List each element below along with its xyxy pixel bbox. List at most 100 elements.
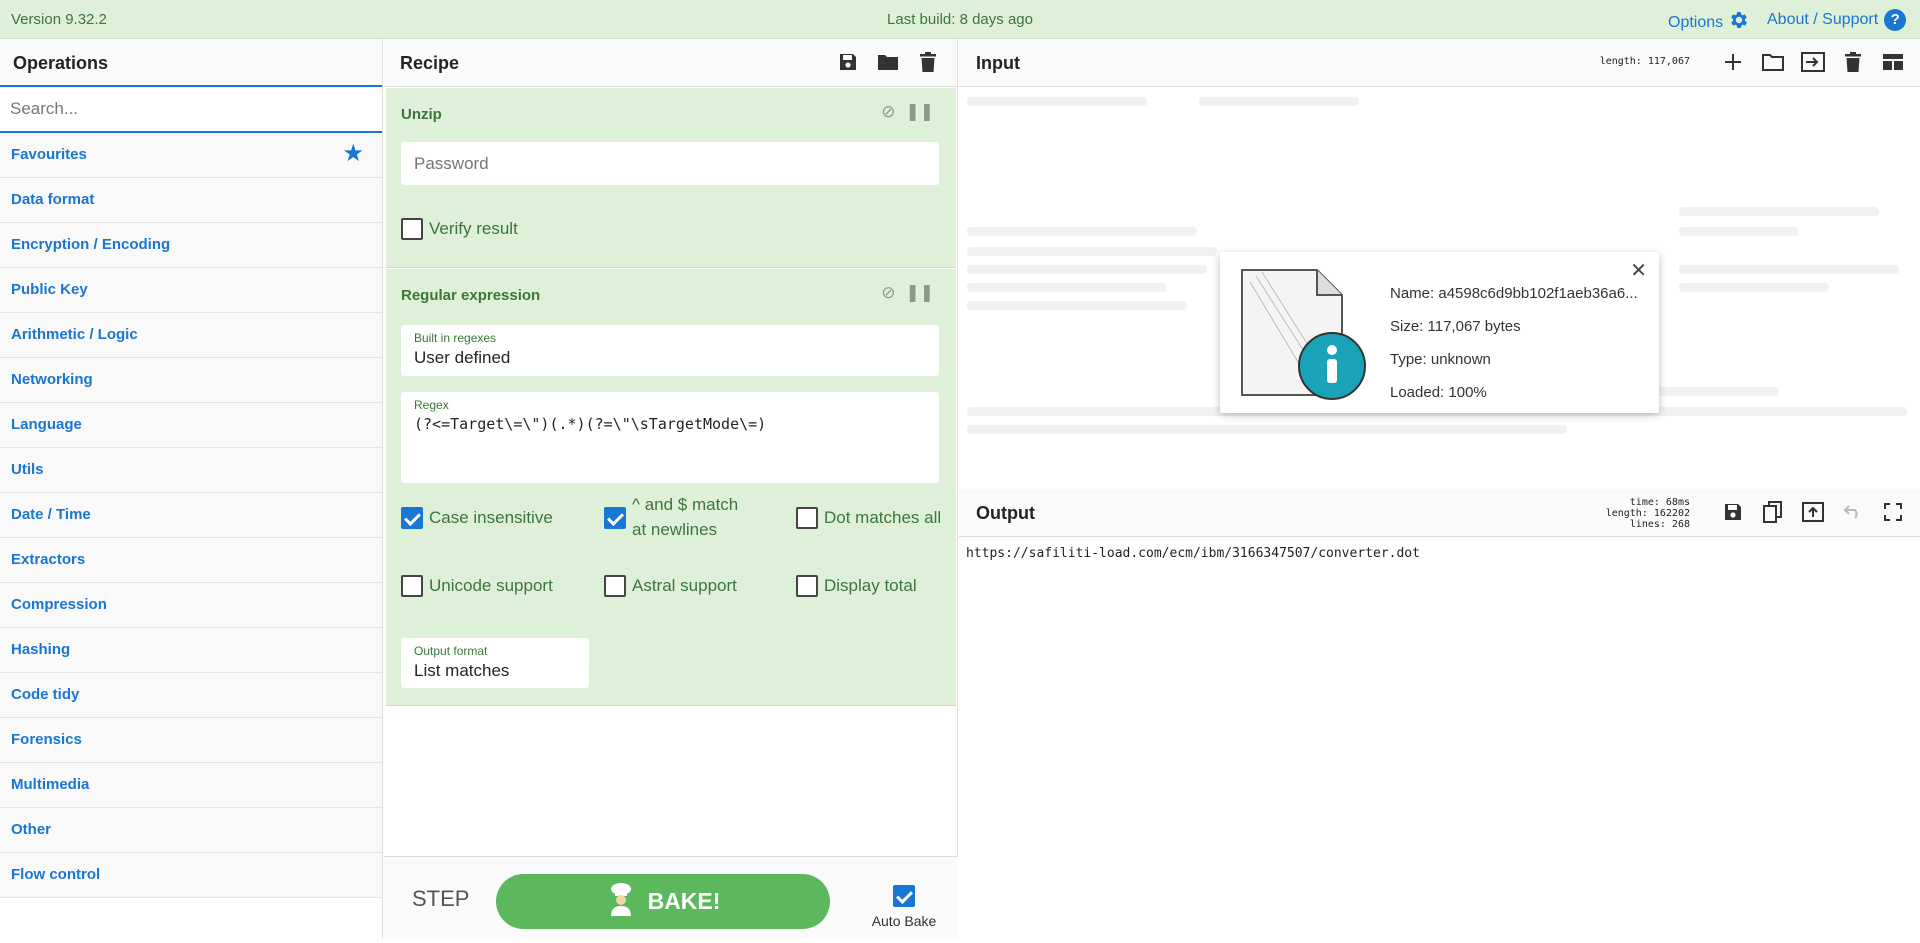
operations-title: Operations — [0, 39, 382, 87]
category-data-format[interactable]: Data format — [0, 178, 382, 223]
category-language[interactable]: Language — [0, 403, 382, 448]
category-public-key[interactable]: Public Key — [0, 268, 382, 313]
checkbox-label: ^ and $ match at newlines — [632, 495, 739, 539]
layout-icon[interactable] — [1880, 49, 1906, 75]
recipe-title: Recipe — [400, 53, 460, 73]
input-textarea[interactable]: ✕ Name: a4598c6d9bb102f1aeb36a6... Size:… — [959, 87, 1920, 489]
pause-icon[interactable]: ❚❚ — [906, 102, 935, 122]
auto-bake-checkbox[interactable]: Auto Bake — [864, 885, 944, 929]
category-label: Compression — [11, 596, 107, 613]
options-button[interactable]: Options — [1668, 9, 1750, 36]
dot-matches-all-checkbox[interactable]: Dot matches all — [796, 505, 941, 530]
output-length: length: 162202 — [1605, 508, 1690, 519]
trash-icon[interactable] — [915, 49, 941, 75]
checkbox-label: Dot matches all — [824, 508, 942, 527]
password-field[interactable] — [401, 142, 939, 185]
category-other[interactable]: Other — [0, 808, 382, 853]
recipe-header: Recipe — [384, 39, 957, 87]
regex-field[interactable]: Regex (?<=Target\=\")(.*)(?=\"\sTargetMo… — [401, 392, 939, 483]
category-code-tidy[interactable]: Code tidy — [0, 673, 382, 718]
category-label: Extractors — [11, 551, 86, 568]
field-label: Regex — [414, 398, 449, 412]
file-type: Type: unknown — [1390, 351, 1491, 368]
output-header: Output time: 68ms length: 162202 lines: … — [959, 489, 1920, 537]
category-label: Encryption / Encoding — [11, 236, 171, 253]
op-title: Regular expression — [401, 287, 541, 304]
replace-input-icon[interactable] — [1800, 499, 1826, 525]
search-input[interactable] — [0, 87, 382, 131]
field-value: List matches — [414, 661, 510, 680]
category-label: Other — [11, 821, 52, 838]
add-tab-icon[interactable] — [1720, 49, 1746, 75]
category-label: Public Key — [11, 281, 88, 298]
category-flow-control[interactable]: Flow control — [0, 853, 382, 898]
checkbox-box — [401, 507, 423, 529]
folder-icon[interactable] — [875, 49, 901, 75]
file-details-card: ✕ Name: a4598c6d9bb102f1aeb36a6... Size:… — [1220, 252, 1659, 413]
gear-icon — [1728, 9, 1750, 36]
options-label: Options — [1668, 13, 1724, 31]
load-input-icon[interactable] — [1800, 49, 1826, 75]
category-date-time[interactable]: Date / Time — [0, 493, 382, 538]
pause-icon[interactable]: ❚❚ — [906, 283, 935, 303]
case-insensitive-checkbox[interactable]: Case insensitive — [401, 505, 553, 530]
output-textarea[interactable]: https://safiliti-load.com/ecm/ibm/316634… — [959, 537, 1920, 939]
support-label: About / Support — [1767, 11, 1879, 28]
category-compression[interactable]: Compression — [0, 583, 382, 628]
input-length: length: 117,067 — [1599, 56, 1690, 67]
file-name: Name: a4598c6d9bb102f1aeb36a6... — [1390, 285, 1638, 302]
category-arithmetic-logic[interactable]: Arithmetic / Logic — [0, 313, 382, 358]
checkbox-label: Verify result — [429, 219, 518, 238]
file-icon — [1232, 262, 1382, 407]
multiline-checkbox[interactable]: ^ and $ match at newlines — [604, 492, 754, 542]
search-box — [0, 87, 382, 133]
checkbox-box — [796, 507, 818, 529]
clear-input-icon[interactable] — [1840, 49, 1866, 75]
open-folder-icon[interactable] — [1760, 49, 1786, 75]
save-icon[interactable] — [835, 49, 861, 75]
category-encryption-encoding[interactable]: Encryption / Encoding — [0, 223, 382, 268]
copy-icon[interactable] — [1760, 499, 1786, 525]
category-label: Flow control — [11, 866, 101, 883]
regex-input[interactable]: (?<=Target\=\")(.*)(?=\"\sTargetMode\=) — [414, 415, 766, 433]
unicode-support-checkbox[interactable]: Unicode support — [401, 573, 553, 598]
category-utils[interactable]: Utils — [0, 448, 382, 493]
checkbox-label: Astral support — [632, 576, 737, 595]
disable-icon[interactable]: ⊘ — [881, 283, 895, 303]
category-label: Date / Time — [11, 506, 91, 523]
support-button[interactable]: About / Support ? — [1767, 9, 1907, 31]
category-label: Forensics — [11, 731, 82, 748]
checkbox-box — [796, 575, 818, 597]
disable-icon[interactable]: ⊘ — [881, 102, 895, 122]
category-label: Hashing — [11, 641, 71, 658]
category-multimedia[interactable]: Multimedia — [0, 763, 382, 808]
input-header: Input length: 117,067 — [959, 39, 1920, 87]
category-extractors[interactable]: Extractors — [0, 538, 382, 583]
field-label: Built in regexes — [414, 331, 497, 345]
save-output-icon[interactable] — [1720, 499, 1746, 525]
field-label: Output format — [414, 644, 488, 658]
category-forensics[interactable]: Forensics — [0, 718, 382, 763]
bake-button[interactable]: BAKE! — [496, 874, 830, 929]
astral-support-checkbox[interactable]: Astral support — [604, 573, 737, 598]
recipe-panel: Recipe Unzip ⊘ ❚❚ Verify result Regular … — [384, 39, 958, 939]
password-input[interactable] — [401, 142, 939, 185]
maximize-icon[interactable] — [1880, 499, 1906, 525]
builtin-regexes-select[interactable]: Built in regexes User defined — [401, 325, 939, 376]
op-title: Unzip — [401, 106, 442, 123]
verify-result-checkbox[interactable]: Verify result — [401, 216, 518, 241]
undo-icon[interactable] — [1840, 499, 1866, 525]
checkbox-box — [604, 507, 626, 529]
category-label: Multimedia — [11, 776, 90, 793]
operations-panel: Operations Favourites ★ Data format Encry… — [0, 39, 383, 939]
category-favourites[interactable]: Favourites ★ — [0, 133, 382, 178]
output-format-select[interactable]: Output format List matches — [401, 638, 589, 688]
file-size: Size: 117,067 bytes — [1390, 318, 1521, 335]
category-networking[interactable]: Networking — [0, 358, 382, 403]
display-total-checkbox[interactable]: Display total — [796, 573, 917, 598]
output-text: https://safiliti-load.com/ecm/ibm/316634… — [966, 546, 1420, 561]
category-label: Language — [11, 416, 82, 433]
category-hashing[interactable]: Hashing — [0, 628, 382, 673]
checkbox-box — [401, 575, 423, 597]
step-button[interactable]: STEP — [412, 886, 469, 912]
